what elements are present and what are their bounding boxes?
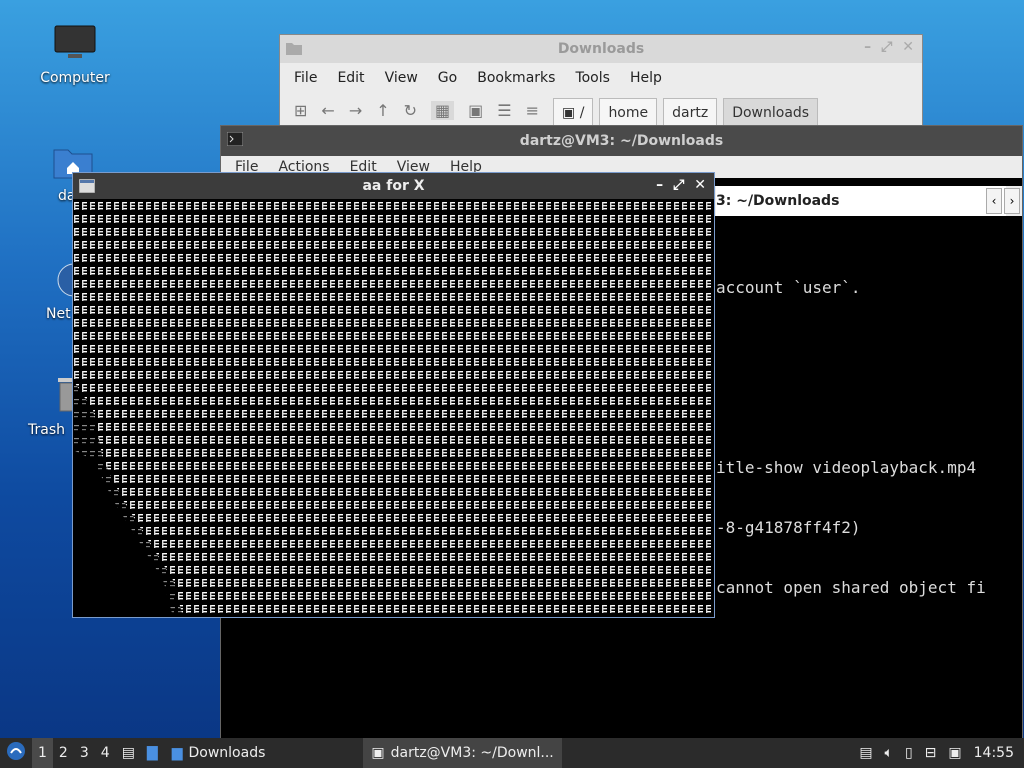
terminal-output[interactable]: account `user`. itle-show videoplayback.… [716,238,986,638]
ascii-art-image [73,200,714,617]
desktop-icon-label: Trash [28,422,65,438]
folder-launcher-icon: ▇ [146,745,158,761]
system-tray: ▤ 🔈︎ ▯ ⊟ ▣ 14:55 [859,738,1024,768]
taskbar-window-downloads[interactable]: ▆ Downloads [164,738,274,768]
menu-go[interactable]: Go [428,70,467,86]
tab-label: 3: ~/Downloads [716,193,840,209]
start-menu-button[interactable] [0,738,32,768]
folder-icon: ▆ [171,745,183,761]
computer-icon [30,24,120,66]
terminal-line: cannot open shared object fi [716,578,986,597]
window-title: aa for X [362,178,425,194]
reload-icon[interactable]: ↻ [404,101,417,120]
back-icon[interactable]: ← [321,101,334,120]
file-manager-menubar: File Edit View Go Bookmarks Tools Help [280,63,922,93]
maximize-icon[interactable]: ⤢ [881,39,892,55]
taskbar-window-label: Downloads [188,745,266,761]
minimize-icon[interactable]: – [656,177,663,193]
folder-icon [286,41,302,55]
file-manager-toolbar: ⊞ ← → ↑ ↻ ▦ ▣ ☰ ≡ ▣ / home dartz Downloa… [280,93,922,130]
window-title: Downloads [557,41,645,57]
menu-bookmarks[interactable]: Bookmarks [467,70,565,86]
taskbar-window-label: dartz@VM3: ~/Downl... [390,745,554,761]
close-icon[interactable]: ✕ [694,177,706,193]
workspace-4[interactable]: 4 [95,738,116,768]
thumbnail-view-icon[interactable]: ▣ [468,101,483,120]
workspace-1[interactable]: 1 [32,738,53,768]
menu-tools[interactable]: Tools [565,70,620,86]
window-title: dartz@VM3: ~/Downloads [519,133,724,149]
workspace-3[interactable]: 3 [74,738,95,768]
update-icon[interactable]: ▣ [948,745,961,761]
drive-icon: ▣ [562,105,576,121]
ascii-art-video [73,200,714,617]
close-icon[interactable]: ✕ [902,39,914,55]
detail-view-icon[interactable]: ≡ [526,101,539,120]
clock[interactable]: 14:55 [974,745,1014,761]
notes-icon[interactable]: ▯ [905,745,913,761]
volume-icon[interactable]: 🔈︎ [885,745,893,761]
minimize-icon[interactable]: – [864,39,871,55]
terminal-line: itle-show videoplayback.mp4 [716,458,977,477]
taskbar-window-terminal[interactable]: ▣ dartz@VM3: ~/Downl... [363,738,562,768]
aa-for-x-window[interactable]: aa for X – ⤢ ✕ [72,172,715,618]
up-icon[interactable]: ↑ [376,101,389,120]
terminal-icon [226,131,244,147]
desktop-icon-label: Computer [40,70,110,86]
file-manager-titlebar[interactable]: Downloads – ⤢ ✕ [280,35,922,63]
file-manager-launcher[interactable]: ▇ [141,738,164,768]
menu-file[interactable]: File [284,70,327,86]
list-view-icon[interactable]: ☰ [497,101,511,120]
terminal-line: -8-g41878ff4f2) [716,518,861,537]
desktop-icon-computer[interactable]: Computer [30,24,120,86]
menu-view[interactable]: View [375,70,428,86]
menu-edit[interactable]: Edit [327,70,374,86]
network-status-icon[interactable]: ⊟ [925,745,937,761]
menu-help[interactable]: Help [620,70,672,86]
desktop-icon-trash[interactable]: Trash [20,374,82,438]
clipboard-icon[interactable]: ▤ [859,745,872,761]
terminal-titlebar[interactable]: dartz@VM3: ~/Downloads [221,126,1022,156]
aa-titlebar[interactable]: aa for X – ⤢ ✕ [73,173,714,199]
forward-icon[interactable]: → [349,101,362,120]
app-icon [78,178,96,194]
show-desktop-icon: ▤ [121,745,135,761]
new-tab-icon[interactable]: ⊞ [294,101,307,120]
tab-scroll-left-icon[interactable]: ‹ [986,188,1002,214]
tab-scroll-right-icon[interactable]: › [1004,188,1020,214]
icon-view-icon[interactable]: ▦ [431,100,455,120]
terminal-line: account `user`. [716,278,861,297]
terminal-icon: ▣ [371,745,385,761]
show-desktop-button[interactable]: ▤ [116,738,141,768]
maximize-icon[interactable]: ⤢ [673,177,684,193]
terminal-tab[interactable]: 3: ~/Downloads ✕ [716,186,1006,216]
workspace-2[interactable]: 2 [53,738,74,768]
taskbar: 1 2 3 4 ▤ ▇ ▆ Downloads ▣ dartz@VM3: ~/D… [0,738,1024,768]
lubuntu-logo-icon [6,741,26,765]
